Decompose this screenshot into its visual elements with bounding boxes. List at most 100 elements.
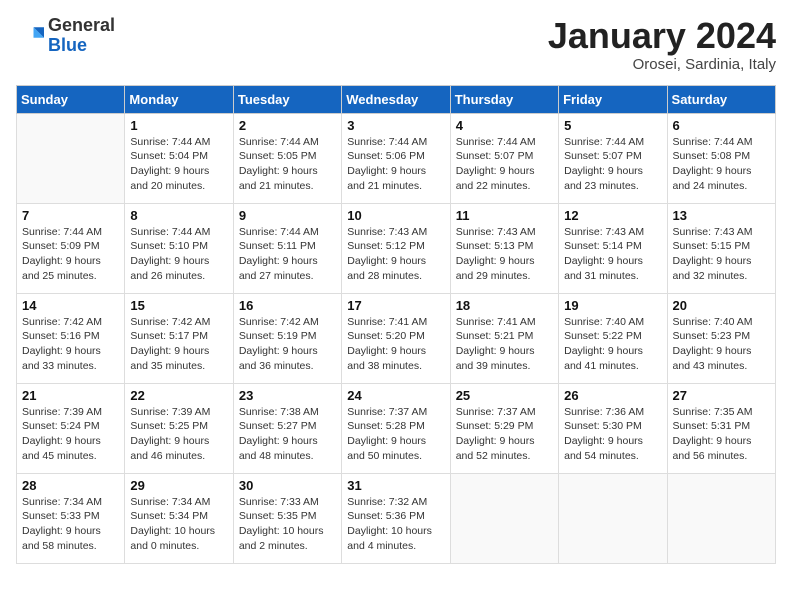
calendar-cell: 27 Sunrise: 7:35 AMSunset: 5:31 PMDayligh… bbox=[667, 383, 775, 473]
calendar-cell: 6 Sunrise: 7:44 AMSunset: 5:08 PMDaylight… bbox=[667, 113, 775, 203]
weekday-header: Monday bbox=[125, 85, 233, 113]
day-info: Sunrise: 7:41 AMSunset: 5:20 PMDaylight:… bbox=[347, 315, 444, 374]
day-info: Sunrise: 7:43 AMSunset: 5:15 PMDaylight:… bbox=[673, 225, 770, 284]
day-number: 23 bbox=[239, 388, 336, 403]
logo-text: General Blue bbox=[48, 16, 115, 56]
day-info: Sunrise: 7:44 AMSunset: 5:09 PMDaylight:… bbox=[22, 225, 119, 284]
day-number: 16 bbox=[239, 298, 336, 313]
day-info: Sunrise: 7:44 AMSunset: 5:06 PMDaylight:… bbox=[347, 135, 444, 194]
day-number: 14 bbox=[22, 298, 119, 313]
day-number: 13 bbox=[673, 208, 770, 223]
weekday-header-row: SundayMondayTuesdayWednesdayThursdayFrid… bbox=[17, 85, 776, 113]
day-number: 19 bbox=[564, 298, 661, 313]
day-info: Sunrise: 7:40 AMSunset: 5:23 PMDaylight:… bbox=[673, 315, 770, 374]
day-number: 3 bbox=[347, 118, 444, 133]
day-number: 29 bbox=[130, 478, 227, 493]
day-number: 10 bbox=[347, 208, 444, 223]
day-number: 8 bbox=[130, 208, 227, 223]
calendar-cell: 11 Sunrise: 7:43 AMSunset: 5:13 PMDayligh… bbox=[450, 203, 558, 293]
weekday-header: Wednesday bbox=[342, 85, 450, 113]
day-info: Sunrise: 7:39 AMSunset: 5:25 PMDaylight:… bbox=[130, 405, 227, 464]
calendar-week-row: 7 Sunrise: 7:44 AMSunset: 5:09 PMDaylight… bbox=[17, 203, 776, 293]
day-info: Sunrise: 7:41 AMSunset: 5:21 PMDaylight:… bbox=[456, 315, 553, 374]
day-number: 1 bbox=[130, 118, 227, 133]
calendar-cell: 30Sunrise: 7:33 AMSunset: 5:35 PMDayligh… bbox=[233, 473, 341, 563]
day-info: Sunrise: 7:43 AMSunset: 5:13 PMDaylight:… bbox=[456, 225, 553, 284]
day-number: 28 bbox=[22, 478, 119, 493]
calendar-cell: 24Sunrise: 7:37 AMSunset: 5:28 PMDayligh… bbox=[342, 383, 450, 473]
calendar-cell: 31 Sunrise: 7:32 AMSunset: 5:36 PMDayligh… bbox=[342, 473, 450, 563]
day-info: Sunrise: 7:44 AMSunset: 5:10 PMDaylight:… bbox=[130, 225, 227, 284]
calendar-week-row: 21 Sunrise: 7:39 AMSunset: 5:24 PMDayligh… bbox=[17, 383, 776, 473]
title-block: January 2024 Orosei, Sardinia, Italy bbox=[548, 16, 776, 73]
calendar-week-row: 1 Sunrise: 7:44 AMSunset: 5:04 PMDaylight… bbox=[17, 113, 776, 203]
logo-blue: Blue bbox=[48, 35, 87, 55]
day-info: Sunrise: 7:42 AMSunset: 5:16 PMDaylight:… bbox=[22, 315, 119, 374]
day-info: Sunrise: 7:37 AMSunset: 5:29 PMDaylight:… bbox=[456, 405, 553, 464]
day-info: Sunrise: 7:44 AMSunset: 5:07 PMDaylight:… bbox=[456, 135, 553, 194]
calendar-cell: 3 Sunrise: 7:44 AMSunset: 5:06 PMDaylight… bbox=[342, 113, 450, 203]
calendar-table: SundayMondayTuesdayWednesdayThursdayFrid… bbox=[16, 85, 776, 564]
calendar-cell: 20 Sunrise: 7:40 AMSunset: 5:23 PMDayligh… bbox=[667, 293, 775, 383]
day-number: 20 bbox=[673, 298, 770, 313]
day-info: Sunrise: 7:32 AMSunset: 5:36 PMDaylight:… bbox=[347, 495, 444, 554]
calendar-cell: 2Sunrise: 7:44 AMSunset: 5:05 PMDaylight… bbox=[233, 113, 341, 203]
calendar-subtitle: Orosei, Sardinia, Italy bbox=[548, 56, 776, 73]
day-number: 7 bbox=[22, 208, 119, 223]
calendar-title: January 2024 bbox=[548, 16, 776, 56]
calendar-cell: 9Sunrise: 7:44 AMSunset: 5:11 PMDaylight… bbox=[233, 203, 341, 293]
day-number: 6 bbox=[673, 118, 770, 133]
day-info: Sunrise: 7:44 AMSunset: 5:05 PMDaylight:… bbox=[239, 135, 336, 194]
calendar-cell: 14 Sunrise: 7:42 AMSunset: 5:16 PMDayligh… bbox=[17, 293, 125, 383]
day-info: Sunrise: 7:42 AMSunset: 5:17 PMDaylight:… bbox=[130, 315, 227, 374]
calendar-cell bbox=[667, 473, 775, 563]
calendar-cell: 23 Sunrise: 7:38 AMSunset: 5:27 PMDayligh… bbox=[233, 383, 341, 473]
page-header: General Blue January 2024 Orosei, Sardin… bbox=[16, 16, 776, 73]
calendar-cell: 1 Sunrise: 7:44 AMSunset: 5:04 PMDaylight… bbox=[125, 113, 233, 203]
weekday-header: Sunday bbox=[17, 85, 125, 113]
day-info: Sunrise: 7:43 AMSunset: 5:14 PMDaylight:… bbox=[564, 225, 661, 284]
logo-icon bbox=[16, 22, 44, 50]
day-number: 17 bbox=[347, 298, 444, 313]
day-number: 30 bbox=[239, 478, 336, 493]
calendar-cell: 19Sunrise: 7:40 AMSunset: 5:22 PMDayligh… bbox=[559, 293, 667, 383]
calendar-cell: 8 Sunrise: 7:44 AMSunset: 5:10 PMDaylight… bbox=[125, 203, 233, 293]
day-number: 27 bbox=[673, 388, 770, 403]
calendar-cell: 17 Sunrise: 7:41 AMSunset: 5:20 PMDayligh… bbox=[342, 293, 450, 383]
day-number: 21 bbox=[22, 388, 119, 403]
day-number: 26 bbox=[564, 388, 661, 403]
calendar-week-row: 28Sunrise: 7:34 AMSunset: 5:33 PMDayligh… bbox=[17, 473, 776, 563]
day-info: Sunrise: 7:36 AMSunset: 5:30 PMDaylight:… bbox=[564, 405, 661, 464]
weekday-header: Tuesday bbox=[233, 85, 341, 113]
day-number: 9 bbox=[239, 208, 336, 223]
calendar-week-row: 14 Sunrise: 7:42 AMSunset: 5:16 PMDayligh… bbox=[17, 293, 776, 383]
calendar-cell: 28Sunrise: 7:34 AMSunset: 5:33 PMDayligh… bbox=[17, 473, 125, 563]
calendar-cell: 7 Sunrise: 7:44 AMSunset: 5:09 PMDaylight… bbox=[17, 203, 125, 293]
calendar-cell: 5 Sunrise: 7:44 AMSunset: 5:07 PMDaylight… bbox=[559, 113, 667, 203]
day-info: Sunrise: 7:44 AMSunset: 5:08 PMDaylight:… bbox=[673, 135, 770, 194]
calendar-cell bbox=[450, 473, 558, 563]
calendar-cell bbox=[17, 113, 125, 203]
calendar-cell: 25 Sunrise: 7:37 AMSunset: 5:29 PMDayligh… bbox=[450, 383, 558, 473]
day-info: Sunrise: 7:44 AMSunset: 5:04 PMDaylight:… bbox=[130, 135, 227, 194]
day-number: 18 bbox=[456, 298, 553, 313]
day-number: 11 bbox=[456, 208, 553, 223]
day-info: Sunrise: 7:38 AMSunset: 5:27 PMDaylight:… bbox=[239, 405, 336, 464]
calendar-cell: 12Sunrise: 7:43 AMSunset: 5:14 PMDayligh… bbox=[559, 203, 667, 293]
day-number: 25 bbox=[456, 388, 553, 403]
calendar-cell bbox=[559, 473, 667, 563]
day-info: Sunrise: 7:42 AMSunset: 5:19 PMDaylight:… bbox=[239, 315, 336, 374]
calendar-cell: 16 Sunrise: 7:42 AMSunset: 5:19 PMDayligh… bbox=[233, 293, 341, 383]
day-info: Sunrise: 7:34 AMSunset: 5:34 PMDaylight:… bbox=[130, 495, 227, 554]
calendar-cell: 29 Sunrise: 7:34 AMSunset: 5:34 PMDayligh… bbox=[125, 473, 233, 563]
day-info: Sunrise: 7:35 AMSunset: 5:31 PMDaylight:… bbox=[673, 405, 770, 464]
logo-general: General bbox=[48, 15, 115, 35]
day-number: 31 bbox=[347, 478, 444, 493]
weekday-header: Saturday bbox=[667, 85, 775, 113]
weekday-header: Thursday bbox=[450, 85, 558, 113]
day-number: 15 bbox=[130, 298, 227, 313]
logo: General Blue bbox=[16, 16, 115, 56]
day-info: Sunrise: 7:39 AMSunset: 5:24 PMDaylight:… bbox=[22, 405, 119, 464]
day-info: Sunrise: 7:44 AMSunset: 5:07 PMDaylight:… bbox=[564, 135, 661, 194]
day-number: 5 bbox=[564, 118, 661, 133]
